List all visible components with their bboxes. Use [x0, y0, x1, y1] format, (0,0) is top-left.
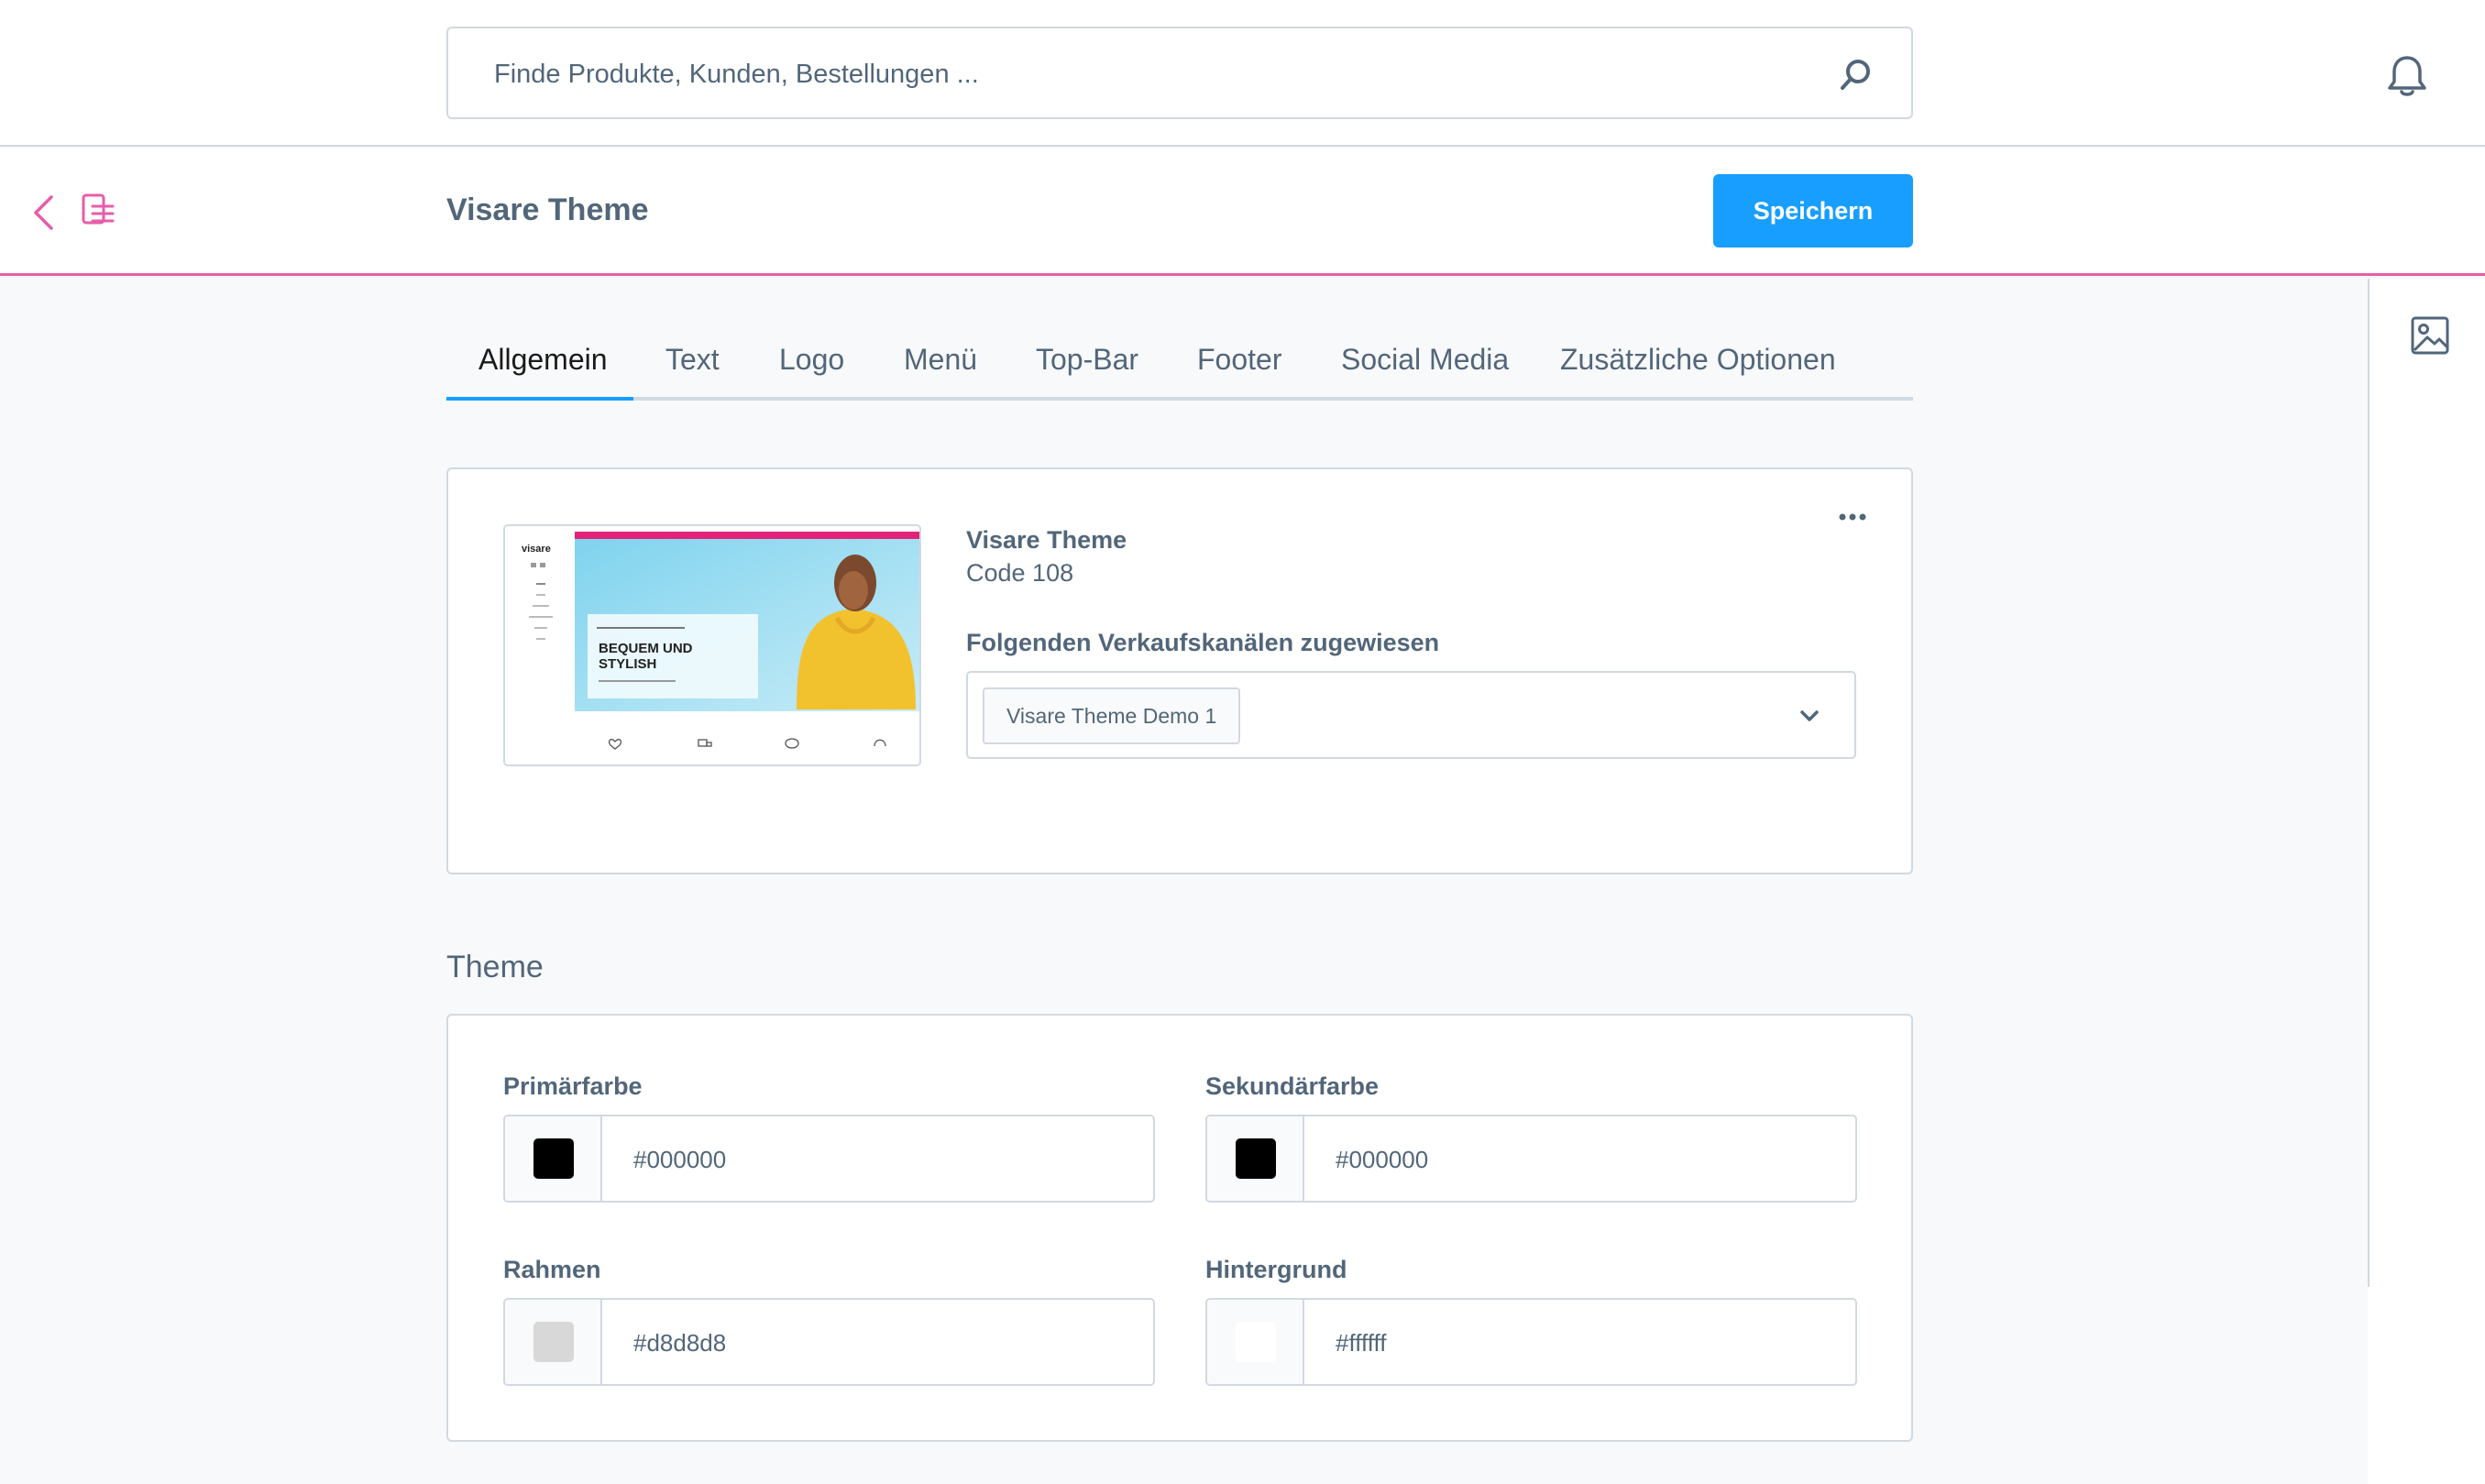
primary-color-swatch[interactable] — [533, 1138, 574, 1179]
chevron-down-icon[interactable] — [1799, 709, 1820, 722]
sales-channels-label: Folgenden Verkaufskanälen zugewiesen — [966, 629, 1440, 656]
tab-menu[interactable]: Menü — [904, 343, 977, 377]
sidebar-edge — [2368, 1287, 2371, 1484]
secondary-color-swatch-box[interactable] — [1207, 1116, 1304, 1201]
theme-colors-card: Primärfarbe #000000 Sekundärfarbe #00000… — [446, 1014, 1913, 1442]
save-button[interactable]: Speichern — [1713, 174, 1913, 247]
theme-info-card: visare BEQUEM UND STYLISH Visare Theme C… — [446, 467, 1913, 874]
primary-color-value[interactable]: #000000 — [633, 1146, 726, 1174]
theme-preview-image: visare BEQUEM UND STYLISH — [503, 524, 921, 766]
primary-color-label: Primärfarbe — [503, 1072, 643, 1100]
back-icon[interactable] — [31, 193, 57, 232]
primary-color-field[interactable]: #000000 — [503, 1115, 1155, 1203]
media-icon[interactable] — [2410, 315, 2450, 356]
border-color-label: Rahmen — [503, 1256, 601, 1283]
secondary-color-label: Sekundärfarbe — [1205, 1072, 1380, 1100]
tab-logo[interactable]: Logo — [779, 343, 844, 377]
tab-bar: Allgemein Text Logo Menü Top-Bar Footer … — [446, 339, 1913, 401]
background-color-field[interactable]: #ffffff — [1205, 1298, 1857, 1386]
tab-text[interactable]: Text — [665, 343, 720, 377]
border-color-value[interactable]: #d8d8d8 — [633, 1329, 726, 1358]
secondary-color-value[interactable]: #000000 — [1336, 1146, 1428, 1174]
tab-zusaetzliche-optionen[interactable]: Zusätzliche Optionen — [1560, 343, 1836, 377]
border-color-field[interactable]: #d8d8d8 — [503, 1298, 1155, 1386]
tab-allgemein[interactable]: Allgemein — [478, 343, 608, 377]
tab-footer[interactable]: Footer — [1197, 343, 1281, 377]
sales-channel-chip[interactable]: Visare Theme Demo 1 — [983, 687, 1241, 744]
tab-top-bar[interactable]: Top-Bar — [1036, 343, 1138, 377]
preview-headline-line1: BEQUEM UND — [599, 641, 693, 656]
section-title-theme: Theme — [446, 950, 544, 984]
top-bar: Finde Produkte, Kunden, Bestellungen ... — [0, 0, 2485, 147]
primary-color-swatch-box[interactable] — [505, 1116, 602, 1201]
background-color-swatch-box[interactable] — [1207, 1300, 1304, 1384]
border-color-swatch-box[interactable] — [505, 1300, 602, 1384]
theme-code: Code 108 — [966, 559, 1074, 587]
search-placeholder: Finde Produkte, Kunden, Bestellungen ... — [494, 60, 979, 89]
bell-icon[interactable] — [2387, 53, 2427, 97]
search-icon[interactable] — [1838, 56, 1875, 93]
right-sidebar — [2368, 279, 2485, 1484]
background-color-value[interactable]: #ffffff — [1336, 1329, 1386, 1358]
secondary-color-swatch[interactable] — [1236, 1138, 1276, 1179]
theme-name: Visare Theme — [966, 526, 1127, 554]
smart-bar: Visare Theme Speichern — [0, 148, 2485, 276]
search-input[interactable]: Finde Produkte, Kunden, Bestellungen ... — [446, 27, 1913, 119]
background-color-label: Hintergrund — [1205, 1256, 1347, 1283]
sales-channels-select[interactable]: Visare Theme Demo 1 — [966, 671, 1856, 759]
page-title: Visare Theme — [446, 192, 649, 227]
background-color-swatch[interactable] — [1236, 1322, 1276, 1362]
list-icon[interactable] — [81, 192, 115, 229]
more-icon[interactable] — [1839, 513, 1866, 521]
tab-social-media[interactable]: Social Media — [1341, 343, 1509, 377]
secondary-color-field[interactable]: #000000 — [1205, 1115, 1857, 1203]
preview-logo: visare — [522, 544, 551, 555]
border-color-swatch[interactable] — [533, 1322, 574, 1362]
preview-headline-line2: STYLISH — [599, 656, 656, 672]
active-tab-indicator — [446, 397, 633, 401]
